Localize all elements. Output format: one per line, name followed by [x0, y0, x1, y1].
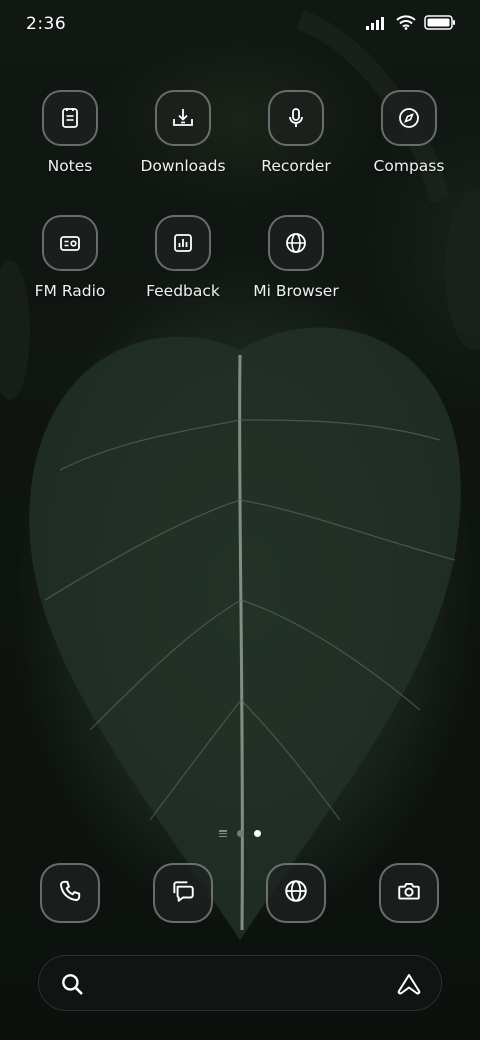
app-fm-radio[interactable]: FM Radio	[14, 215, 126, 300]
app-mi-browser[interactable]: Mi Browser	[240, 215, 352, 300]
dock-browser[interactable]	[266, 863, 326, 923]
dock-messages[interactable]	[153, 863, 213, 923]
status-icons	[366, 15, 456, 34]
phone-icon	[57, 878, 83, 908]
wifi-icon	[396, 15, 416, 34]
app-label: Feedback	[146, 282, 220, 300]
page-dot[interactable]	[237, 830, 244, 837]
camera-icon	[396, 878, 422, 908]
globe-icon[interactable]	[268, 215, 324, 271]
download-icon[interactable]	[155, 90, 211, 146]
compass-icon[interactable]	[381, 90, 437, 146]
app-label: Recorder	[261, 157, 331, 175]
globe-icon	[283, 878, 309, 908]
app-label: FM Radio	[34, 282, 106, 300]
app-notes[interactable]: Notes	[14, 90, 126, 175]
microphone-icon[interactable]	[268, 90, 324, 146]
dock-camera[interactable]	[379, 863, 439, 923]
app-downloads[interactable]: Downloads	[127, 90, 239, 175]
search-bar[interactable]	[38, 955, 442, 1011]
app-label: Compass	[373, 157, 445, 175]
signal-icon	[366, 15, 388, 34]
app-compass[interactable]: Compass	[353, 90, 465, 175]
app-recorder[interactable]: Recorder	[240, 90, 352, 175]
dock-phone[interactable]	[40, 863, 100, 923]
app-label: Notes	[47, 157, 93, 175]
app-label: Downloads	[140, 157, 226, 175]
search-icon[interactable]	[59, 971, 85, 1001]
messages-icon	[170, 878, 196, 908]
battery-icon	[424, 15, 456, 34]
home-list-icon	[219, 830, 227, 837]
radio-icon[interactable]	[42, 215, 98, 271]
app-label: Mi Browser	[253, 282, 339, 300]
status-time: 2:36	[26, 14, 67, 34]
assistant-icon[interactable]	[395, 971, 423, 1001]
app-feedback[interactable]: Feedback	[127, 215, 239, 300]
notes-icon[interactable]	[42, 90, 98, 146]
bar-chart-icon[interactable]	[155, 215, 211, 271]
page-dot-active[interactable]	[254, 830, 261, 837]
status-bar: 2:36	[0, 0, 480, 50]
page-indicator[interactable]	[0, 830, 480, 837]
